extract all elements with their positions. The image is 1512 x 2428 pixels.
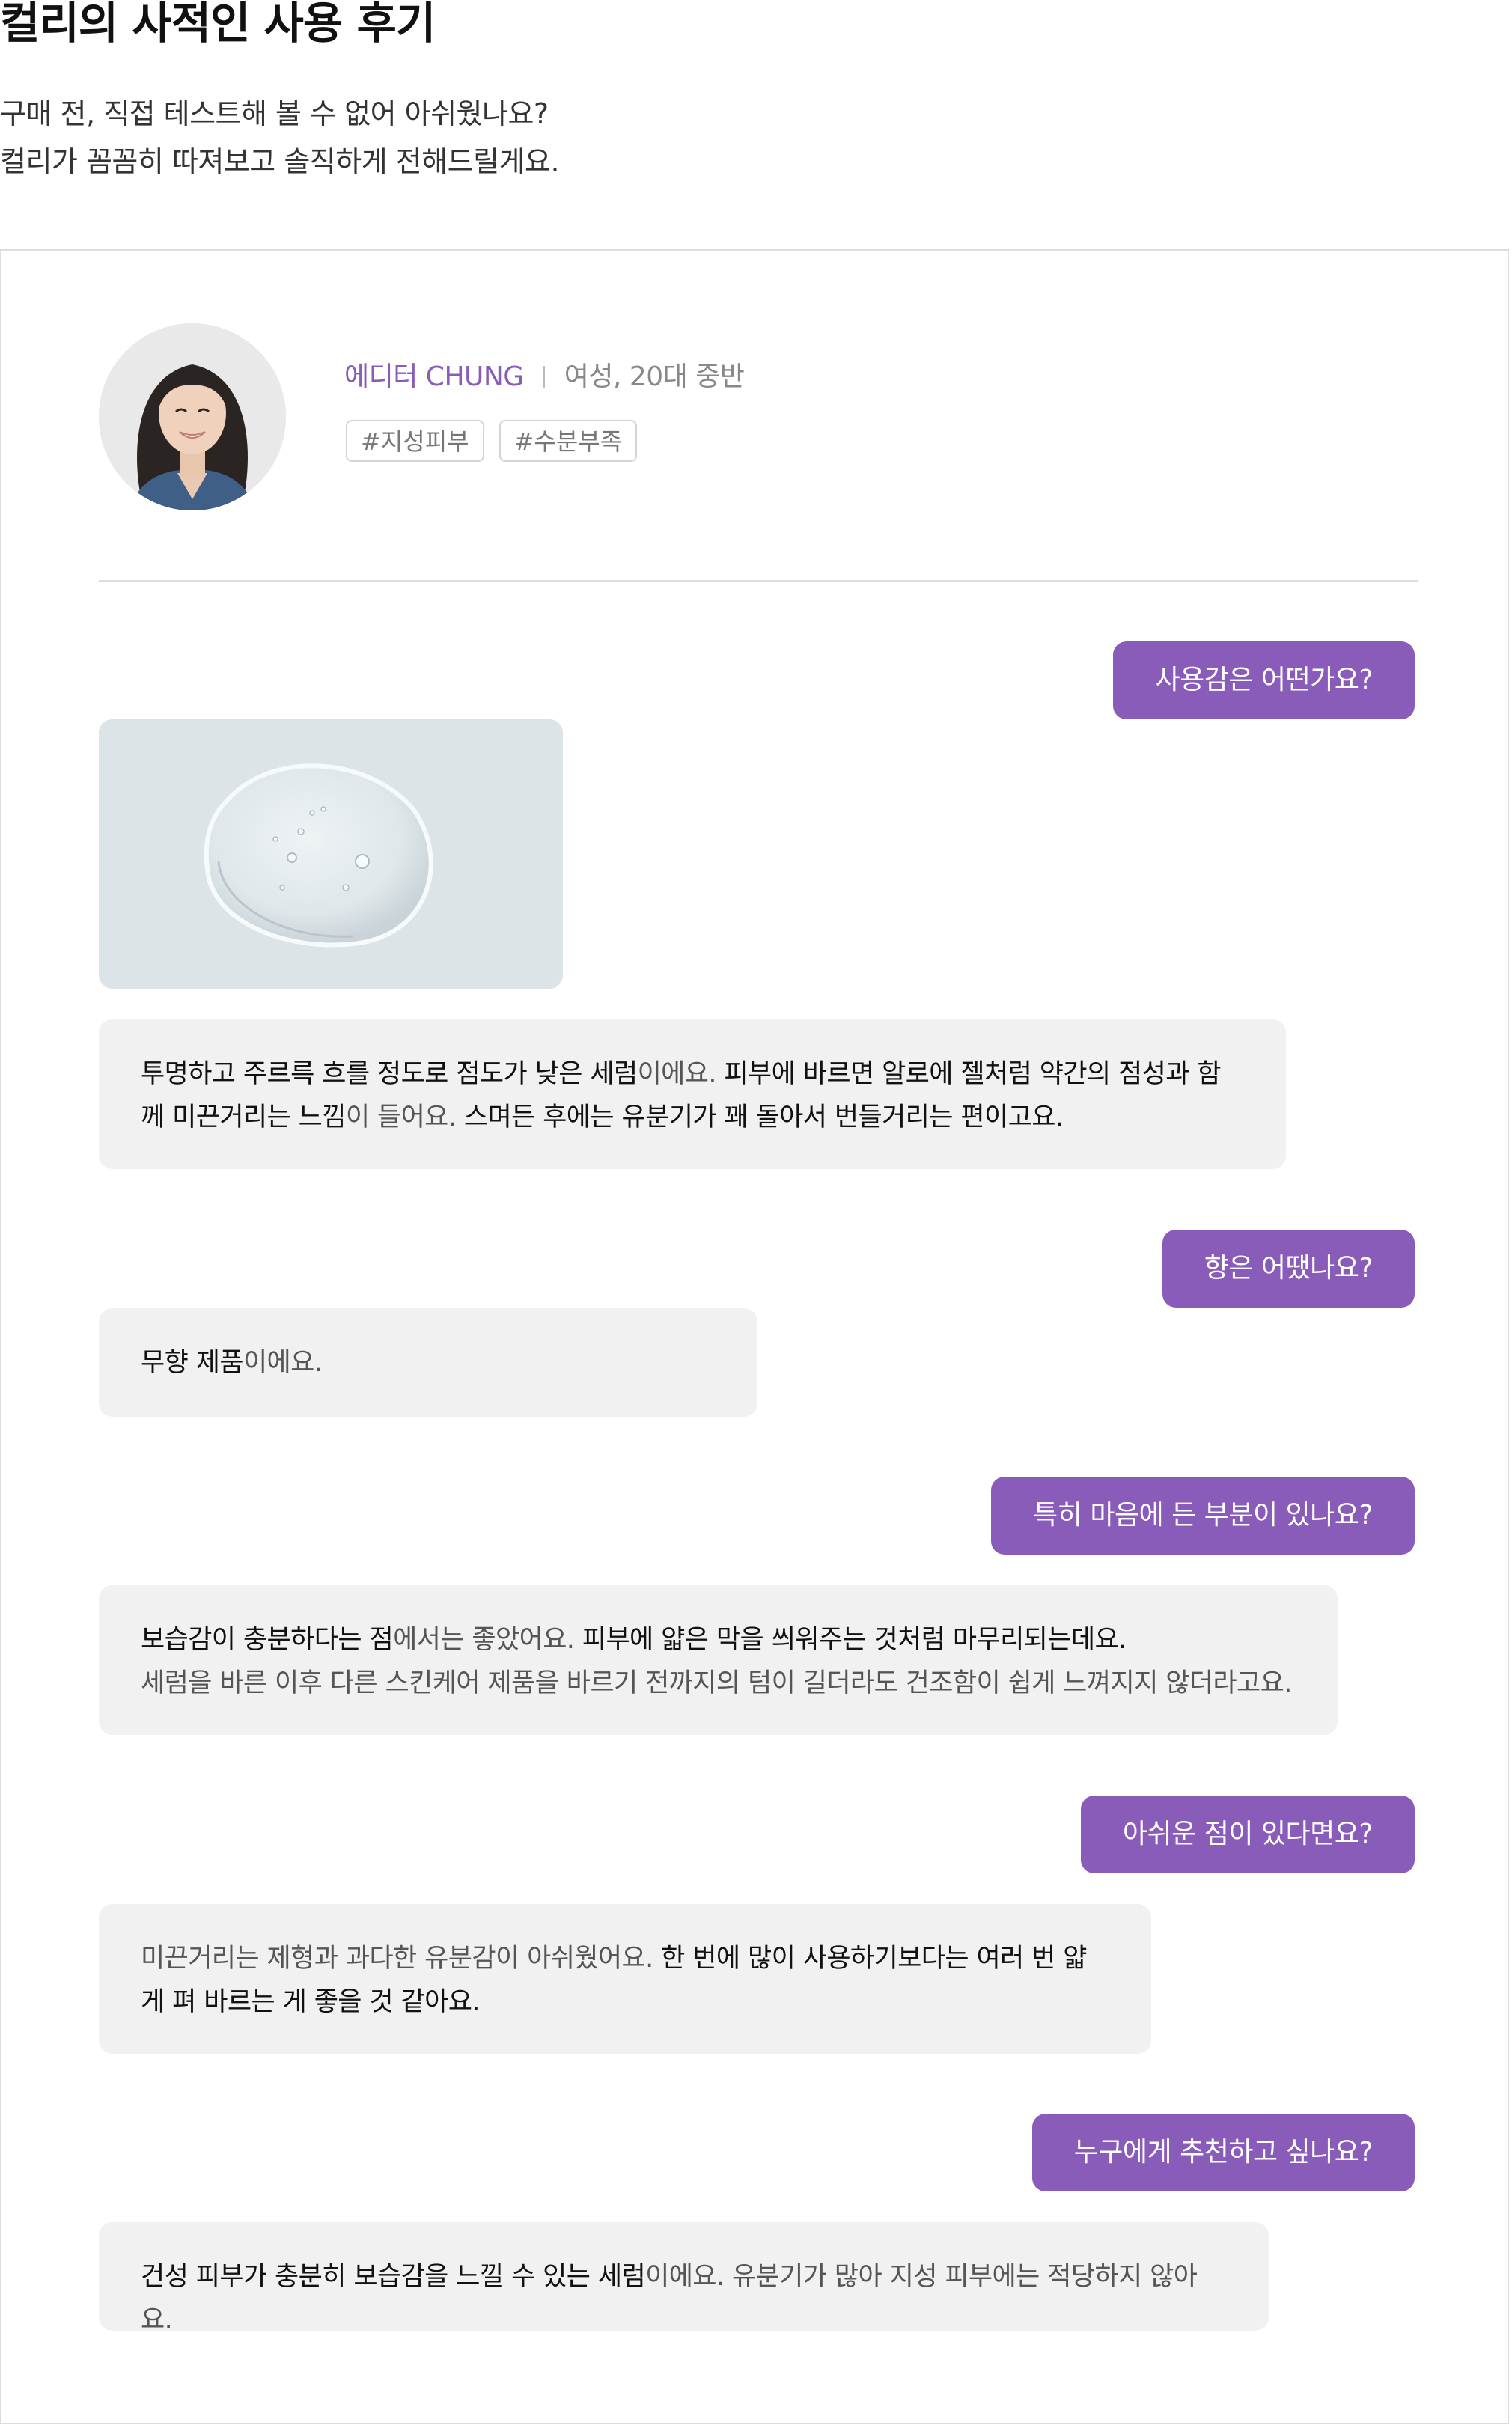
skin-tag: #수분부족 (499, 420, 638, 462)
answer-text-strong: 보습감이 충분하다는 점 (141, 1625, 394, 1655)
skin-tag: #지성피부 (346, 420, 484, 462)
info-divider (543, 366, 545, 388)
answer-text: 세럼을 바른 이후 다른 스킨케어 제품을 바르기 전까지의 텀이 길더라도 건… (141, 1668, 1292, 1698)
page-title: 컬리의 사적인 사용 후기 (0, 0, 436, 49)
answer-bubble: 투명하고 주르륵 흐를 정도로 점도가 낮은 세럼이에요. 피부에 바르면 알로… (99, 1019, 1286, 1169)
question-bubble: 사용감은 어떤가요? (1113, 641, 1415, 719)
answer-text-strong: 무향 제품 (141, 1348, 244, 1378)
question-bubble: 향은 어땠나요? (1162, 1230, 1415, 1308)
answer-bubble: 미끈거리는 제형과 과다한 유분감이 아쉬웠어요. 한 번에 많이 사용하기보다… (99, 1904, 1151, 2054)
intro-line: 구매 전, 직접 테스트해 볼 수 없어 아쉬웠나요? (0, 97, 549, 130)
answer-text: 이에요. (243, 1348, 323, 1378)
editor-avatar (99, 323, 286, 510)
answer-text: 에서는 좋았어요. (393, 1625, 582, 1655)
section-divider (99, 580, 1418, 582)
editor-info: 에디터 CHUNG 여성, 20대 중반 (344, 361, 745, 394)
intro-text: 구매 전, 직접 테스트해 볼 수 없어 아쉬웠나요? 컬리가 꼼꼼히 따져보고… (0, 90, 898, 186)
answer-text: 미끈거리는 제형과 과다한 유분감이 아쉬웠어요. (141, 1944, 662, 1974)
question-bubble: 아쉬운 점이 있다면요? (1080, 1796, 1415, 1873)
answer-text: 이에요. (637, 1059, 725, 1089)
editor-portrait-image (99, 323, 286, 510)
answer-text-strong: 건성 피부가 충분히 보습감을 느낄 수 있는 세럼 (141, 2262, 646, 2292)
question-bubble: 특히 마음에 든 부분이 있나요? (991, 1477, 1415, 1555)
question-bubble: 누구에게 추천하고 싶나요? (1031, 2114, 1415, 2191)
answer-text: 이 들어요. (345, 1102, 464, 1132)
answer-bubble: 보습감이 충분하다는 점에서는 좋았어요. 피부에 얇은 막을 씌워주는 것처럼… (99, 1585, 1338, 1735)
serum-texture-image (99, 719, 563, 989)
skin-tags: #지성피부 #수분부족 (346, 420, 638, 462)
editor-description: 여성, 20대 중반 (564, 362, 745, 392)
answer-text-strong: 투명하고 주르륵 흐를 정도로 점도가 낮은 세럼 (141, 1059, 638, 1089)
answer-bubble: 무향 제품이에요. (99, 1308, 757, 1417)
intro-line: 컬리가 꼼꼼히 따져보고 솔직하게 전해드릴게요. (0, 145, 560, 178)
answer-text-strong: 피부에 얇은 막을 씌워주는 것처럼 마무리되는데요. (582, 1625, 1127, 1655)
answer-text-strong: 스며든 후에는 유분기가 꽤 돌아서 번들거리는 편이고요. (463, 1102, 1064, 1132)
answer-bubble: 건성 피부가 충분히 보습감을 느낄 수 있는 세럼이에요. 유분기가 많아 지… (99, 2222, 1269, 2335)
review-card: 에디터 CHUNG 여성, 20대 중반 #지성피부 #수분부족 사용감은 어떤가… (0, 249, 1509, 2424)
editor-name: 에디터 CHUNG (344, 362, 524, 392)
